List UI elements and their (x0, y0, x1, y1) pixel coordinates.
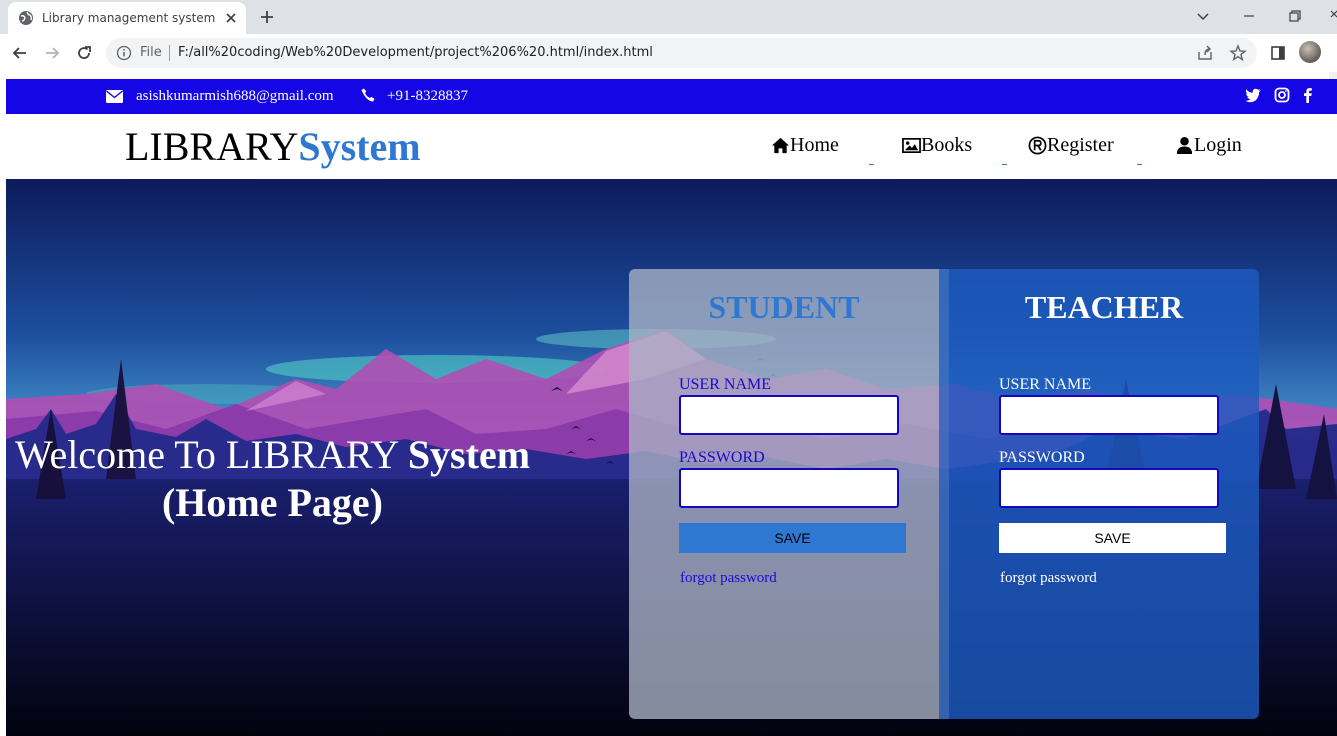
forward-arrow-icon[interactable] (42, 43, 62, 63)
contact-phone[interactable]: +91-8328837 (387, 88, 468, 105)
teacher-username-input[interactable] (999, 395, 1219, 435)
welcome-system: System (407, 432, 531, 477)
image-icon (902, 137, 921, 154)
brand-part2: System (298, 124, 421, 169)
restore-icon[interactable] (1285, 6, 1305, 26)
tab-title: Library management system (42, 11, 216, 25)
nav-register-label: Register (1047, 134, 1114, 156)
student-login-panel: STUDENT USER NAME PASSWORD SAVE forgot p… (629, 269, 939, 719)
student-username-input[interactable] (679, 395, 899, 435)
nav-login[interactable]: Login (1175, 134, 1242, 157)
user-icon (1176, 136, 1193, 155)
teacher-save-button[interactable]: SAVE (999, 523, 1226, 553)
teacher-password-input[interactable] (999, 468, 1219, 508)
teacher-login-panel: TEACHER USER NAME PASSWORD SAVE forgot p… (949, 269, 1259, 719)
student-save-button[interactable]: SAVE (679, 523, 906, 553)
nav-books[interactable]: Books (902, 134, 972, 157)
file-scheme-label: File (140, 45, 162, 60)
teacher-title: TEACHER (1024, 289, 1184, 325)
back-arrow-icon[interactable] (10, 43, 30, 63)
brand-part1: LIBRARY (125, 124, 299, 169)
nav-login-label: Login (1194, 134, 1242, 156)
welcome-line-1: Welcome To LIBRARY System (6, 431, 539, 479)
new-tab-icon[interactable] (258, 8, 276, 26)
teacher-password-label: PASSWORD (999, 449, 1085, 466)
welcome-text: Welcome To LIBRARY (14, 432, 408, 477)
minimize-icon[interactable] (1239, 6, 1259, 26)
contact-email[interactable]: asishkumarmish688@gmail.com (136, 88, 334, 105)
nav-underline (1002, 164, 1007, 165)
panel-divider (939, 269, 949, 719)
nav-underline (1137, 164, 1142, 165)
url-text[interactable]: F:/all%20coding/Web%20Development/projec… (178, 45, 653, 60)
envelope-icon (106, 90, 123, 103)
teacher-forgot-password-link[interactable]: forgot password (1000, 570, 1097, 587)
student-forgot-password-link[interactable]: forgot password (680, 570, 777, 587)
side-panel-icon[interactable] (1268, 43, 1288, 63)
web-page: asishkumarmish688@gmail.com +91-8328837 … (6, 79, 1337, 736)
registered-icon (1028, 136, 1047, 155)
reload-icon[interactable] (74, 43, 94, 63)
globe-icon (19, 11, 33, 25)
address-bar[interactable]: File F:/all%20coding/Web%20Development/p… (106, 38, 1257, 68)
hero-section: Welcome To LIBRARY System (Home Page) ST… (6, 179, 1337, 736)
phone-icon (361, 88, 375, 102)
nav-books-label: Books (921, 134, 973, 156)
address-separator (169, 45, 170, 61)
student-password-input[interactable] (679, 468, 899, 508)
home-icon (771, 137, 790, 154)
browser-tab[interactable]: Library management system (8, 2, 246, 34)
instagram-icon[interactable] (1274, 87, 1290, 103)
info-icon[interactable] (116, 45, 132, 61)
nav-underline (869, 164, 874, 165)
close-tab-icon[interactable] (222, 9, 240, 27)
browser-tab-strip: Library management system (0, 0, 1337, 34)
site-header: LIBRARYSystem Home Books Register Login (6, 114, 1337, 179)
student-password-label: PASSWORD (679, 449, 765, 466)
close-window-icon[interactable] (1327, 6, 1337, 26)
nav-home-label: Home (790, 134, 839, 156)
welcome-line-2: (Home Page) (161, 480, 383, 525)
browser-toolbar: File F:/all%20coding/Web%20Development/p… (0, 34, 1337, 72)
site-logo[interactable]: LIBRARYSystem (125, 123, 421, 170)
student-username-label: USER NAME (679, 376, 772, 393)
contact-bar: asishkumarmish688@gmail.com +91-8328837 (6, 79, 1337, 114)
bookmark-star-icon[interactable] (1229, 44, 1247, 62)
tab-search-icon[interactable] (1193, 6, 1213, 26)
student-title: STUDENT (708, 289, 860, 325)
share-icon[interactable] (1196, 44, 1214, 62)
facebook-icon[interactable] (1300, 87, 1316, 103)
nav-home[interactable]: Home (771, 134, 839, 157)
profile-avatar[interactable] (1299, 41, 1321, 63)
teacher-username-label: USER NAME (999, 376, 1092, 393)
twitter-icon[interactable] (1245, 87, 1261, 103)
nav-register[interactable]: Register (1028, 134, 1114, 157)
welcome-heading: Welcome To LIBRARY System (Home Page) (6, 431, 539, 527)
